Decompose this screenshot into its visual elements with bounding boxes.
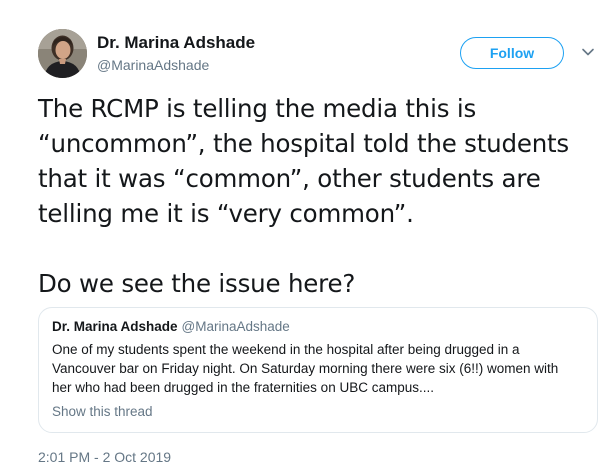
quoted-author-handle: @MarinaAdshade [181, 319, 290, 334]
author-handle[interactable]: @MarinaAdshade [97, 57, 209, 73]
chevron-down-icon [582, 48, 594, 56]
show-thread-link[interactable]: Show this thread [52, 404, 153, 419]
tweet-menu-button[interactable] [580, 44, 596, 60]
avatar-photo [38, 29, 87, 78]
tweet-text: The RCMP is telling the media this is “u… [38, 91, 598, 301]
tweet-paragraph: Do we see the issue here? [38, 269, 356, 298]
author-name[interactable]: Dr. Marina Adshade [97, 33, 255, 53]
quoted-tweet-line: her who had been drugged in the fraterni… [52, 380, 434, 395]
tweet-timestamp[interactable]: 2:01 PM - 2 Oct 2019 [38, 449, 171, 465]
quoted-tweet-text: One of my students spent the weekend in … [52, 340, 582, 397]
quoted-author-name: Dr. Marina Adshade [52, 319, 178, 334]
tweet-card: Dr. Marina Adshade @MarinaAdshade Follow… [0, 0, 603, 476]
quoted-tweet-header: Dr. Marina Adshade @MarinaAdshade [52, 319, 290, 334]
follow-button[interactable]: Follow [460, 37, 564, 69]
quoted-tweet[interactable]: Dr. Marina Adshade @MarinaAdshade One of … [38, 307, 598, 433]
tweet-paragraph: The RCMP is telling the media this is “u… [38, 94, 569, 228]
avatar[interactable] [38, 29, 87, 78]
quoted-tweet-line: Vancouver bar on Friday night. On Saturd… [52, 361, 559, 376]
quoted-tweet-line: One of my students spent the weekend in … [52, 342, 520, 357]
